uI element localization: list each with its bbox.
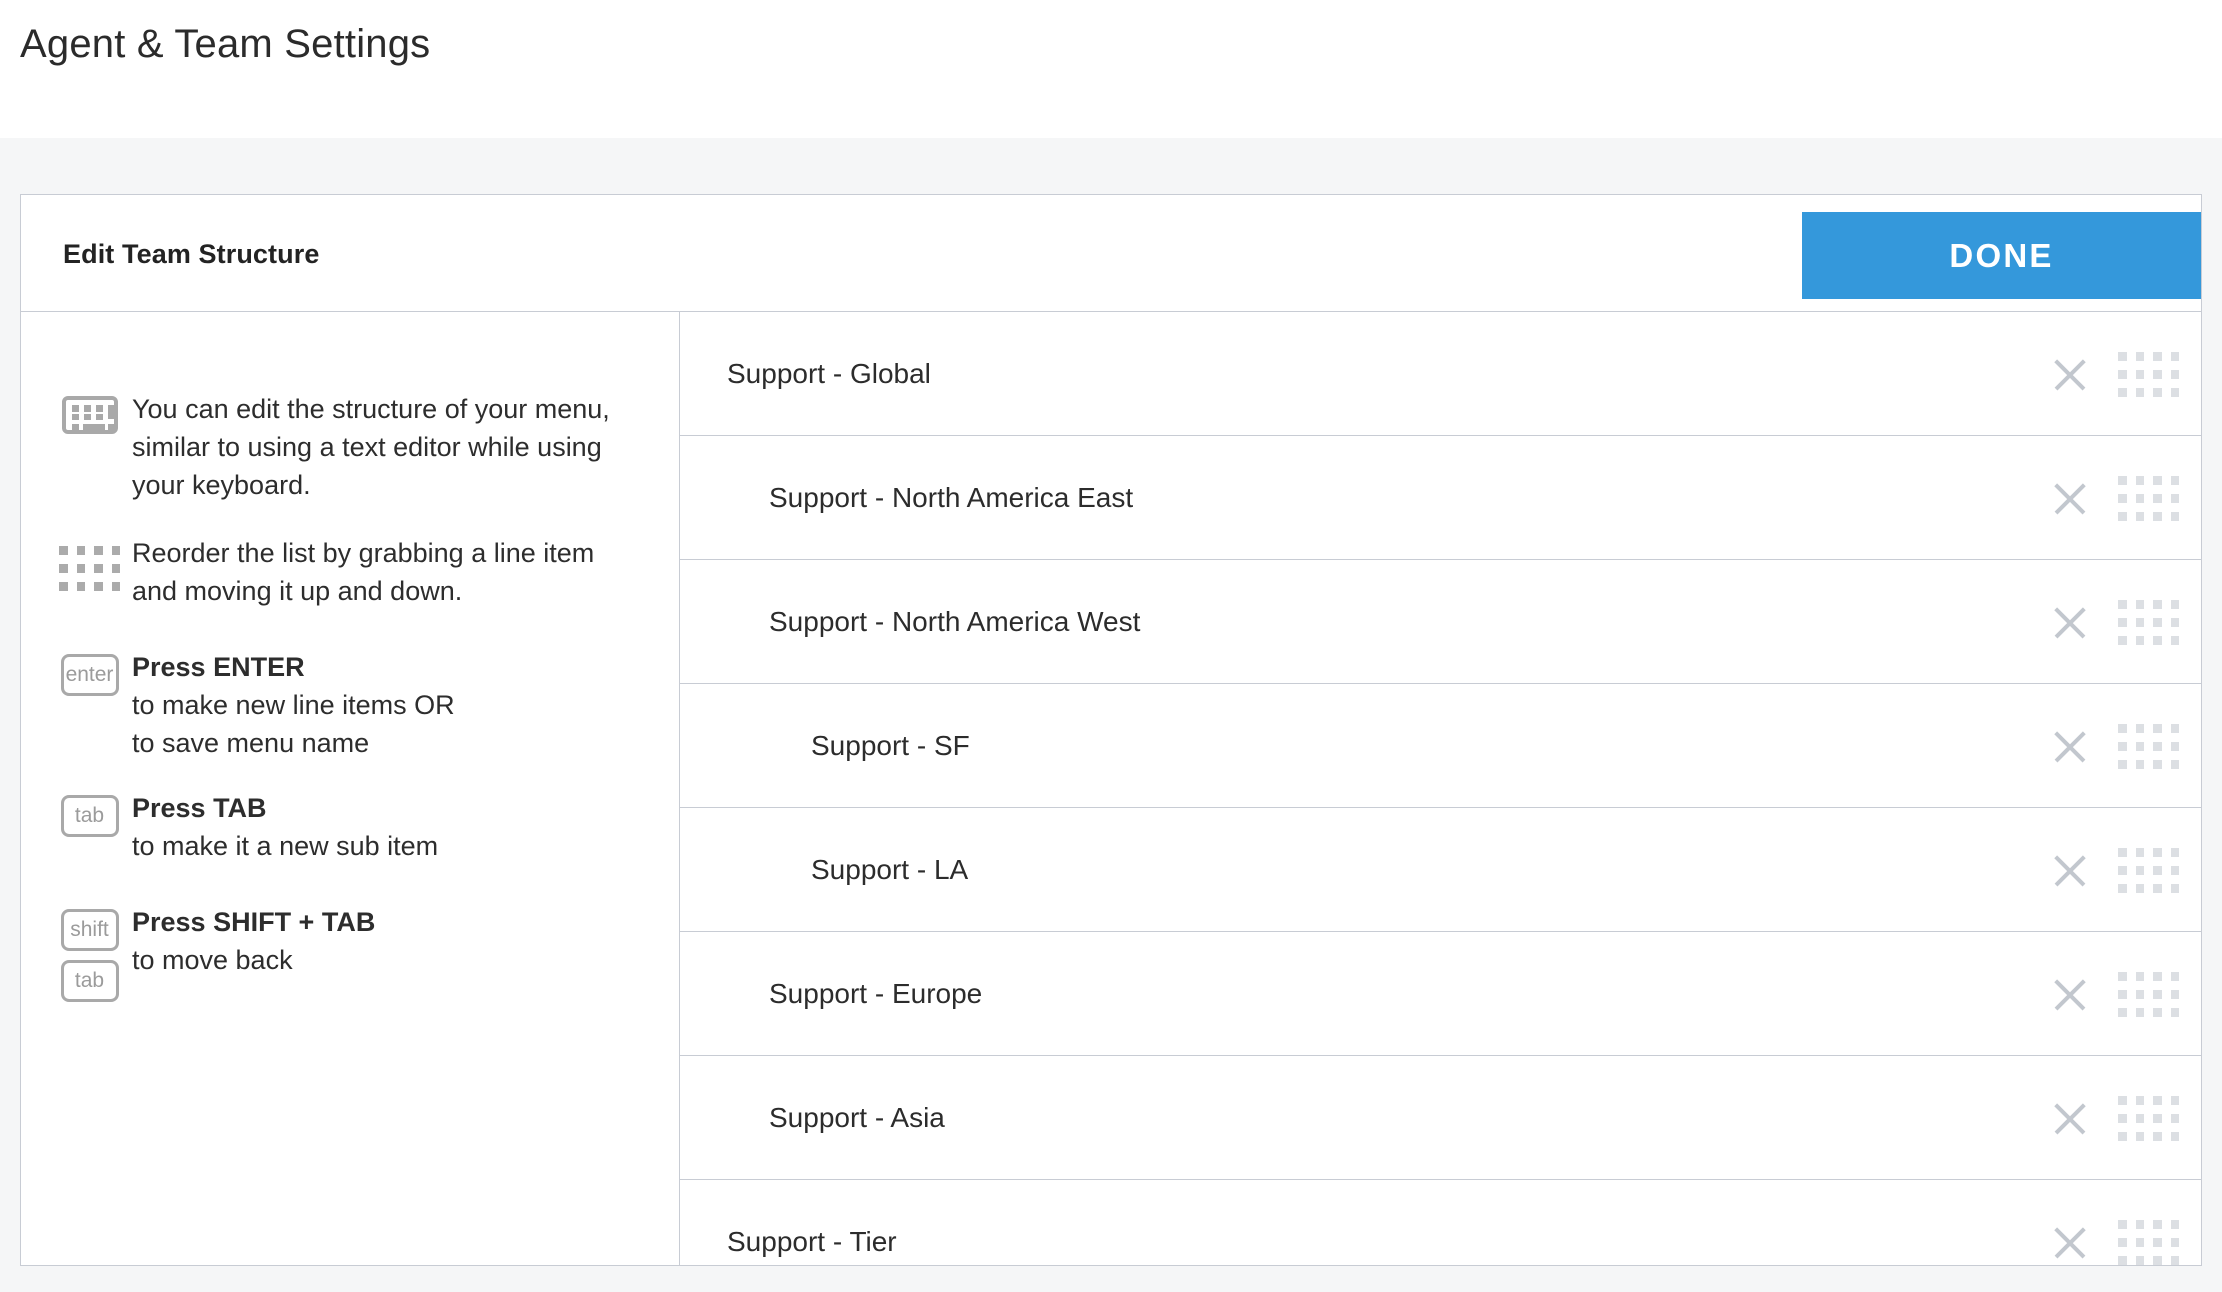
table-row[interactable]: Support - North America West [680,560,2201,684]
shift-tab-key-icon-slot: shift tab [47,903,132,1002]
drag-handle-icon[interactable] [2118,600,2179,645]
row-actions [2050,932,2179,1056]
panel-title: Edit Team Structure [63,239,319,270]
shift-tab-key-icon: shift tab [61,909,119,1002]
enter-key-icon-slot: enter [47,648,132,762]
team-list: Support - Global Support - North America … [680,312,2201,1265]
help-text-enter: Press ENTER to make new line items OR to… [132,648,632,762]
drag-handle-icon [59,546,120,591]
edit-team-structure-panel: Edit Team Structure DONE [20,194,2202,1266]
team-name-label: Support - Tier [727,1226,897,1258]
help-line1-shift-tab: to move back [132,945,293,975]
help-item-tab: tab Press TAB to make it a new sub item [47,789,647,865]
drag-handle-icon[interactable] [2118,724,2179,769]
help-line2-enter: to save menu name [132,728,369,758]
row-actions [2050,808,2179,932]
keycap-shift: shift [61,909,119,951]
panel-body: You can edit the structure of your menu,… [21,312,2201,1265]
table-row[interactable]: Support - North America East [680,436,2201,560]
keyboard-icon-slot [47,390,132,504]
row-actions [2050,560,2179,684]
team-name-label: Support - Global [727,358,931,390]
team-name-label: Support - Asia [769,1102,945,1134]
drag-handle-icon-slot [47,534,132,610]
close-icon[interactable] [2050,478,2090,518]
team-name-label: Support - North America East [769,482,1133,514]
drag-handle-icon[interactable] [2118,1096,2179,1141]
panel-header: Edit Team Structure DONE [21,195,2201,312]
table-row[interactable]: Support - Asia [680,1056,2201,1180]
table-row[interactable]: Support - SF [680,684,2201,808]
row-actions [2050,684,2179,808]
row-actions [2050,1056,2179,1180]
close-icon[interactable] [2050,1222,2090,1262]
drag-handle-icon[interactable] [2118,476,2179,521]
page-titlebar: Agent & Team Settings [0,0,2222,138]
help-heading-shift-tab: Press SHIFT + TAB [132,903,632,941]
page-title: Agent & Team Settings [20,16,430,72]
row-actions [2050,1180,2179,1266]
table-row[interactable]: Support - Tier [680,1180,2201,1266]
team-name-label: Support - Europe [769,978,982,1010]
help-text-tab: Press TAB to make it a new sub item [132,789,632,865]
close-icon[interactable] [2050,1098,2090,1138]
close-icon[interactable] [2050,602,2090,642]
drag-handle-icon[interactable] [2118,972,2179,1017]
help-item-keyboard: You can edit the structure of your menu,… [47,390,647,504]
keycap-tab-second: tab [61,960,119,1002]
drag-handle-icon[interactable] [2118,352,2179,397]
help-heading-enter: Press ENTER [132,648,632,686]
row-actions [2050,312,2179,436]
team-name-label: Support - LA [811,854,968,886]
help-item-shift-tab: shift tab Press SHIFT + TAB to move back [47,903,647,1002]
help-text-shift-tab: Press SHIFT + TAB to move back [132,903,632,1002]
help-text-keyboard: You can edit the structure of your menu,… [132,390,632,504]
help-text-reorder: Reorder the list by grabbing a line item… [132,534,632,610]
team-name-label: Support - SF [811,730,970,762]
close-icon[interactable] [2050,974,2090,1014]
app-root: Agent & Team Settings Edit Team Structur… [0,0,2222,1292]
team-name-label: Support - North America West [769,606,1140,638]
tab-key-icon-slot: tab [47,789,132,865]
table-row[interactable]: Support - Europe [680,932,2201,1056]
drag-handle-icon[interactable] [2118,848,2179,893]
help-item-enter: enter Press ENTER to make new line items… [47,648,647,762]
help-line1-tab: to make it a new sub item [132,831,438,861]
close-icon[interactable] [2050,726,2090,766]
help-heading-tab: Press TAB [132,789,632,827]
table-row[interactable]: Support - LA [680,808,2201,932]
done-button[interactable]: DONE [1802,212,2201,299]
keyboard-icon [62,396,118,434]
enter-key-icon: enter [61,654,119,762]
close-icon[interactable] [2050,850,2090,890]
tab-key-icon: tab [61,795,119,865]
keycap-tab: tab [61,795,119,837]
help-column: You can edit the structure of your menu,… [21,312,680,1265]
close-icon[interactable] [2050,354,2090,394]
row-actions [2050,436,2179,560]
keycap-enter: enter [61,654,119,696]
table-row[interactable]: Support - Global [680,312,2201,436]
help-line1-enter: to make new line items OR [132,690,455,720]
help-item-reorder: Reorder the list by grabbing a line item… [47,534,647,610]
drag-handle-icon[interactable] [2118,1220,2179,1265]
